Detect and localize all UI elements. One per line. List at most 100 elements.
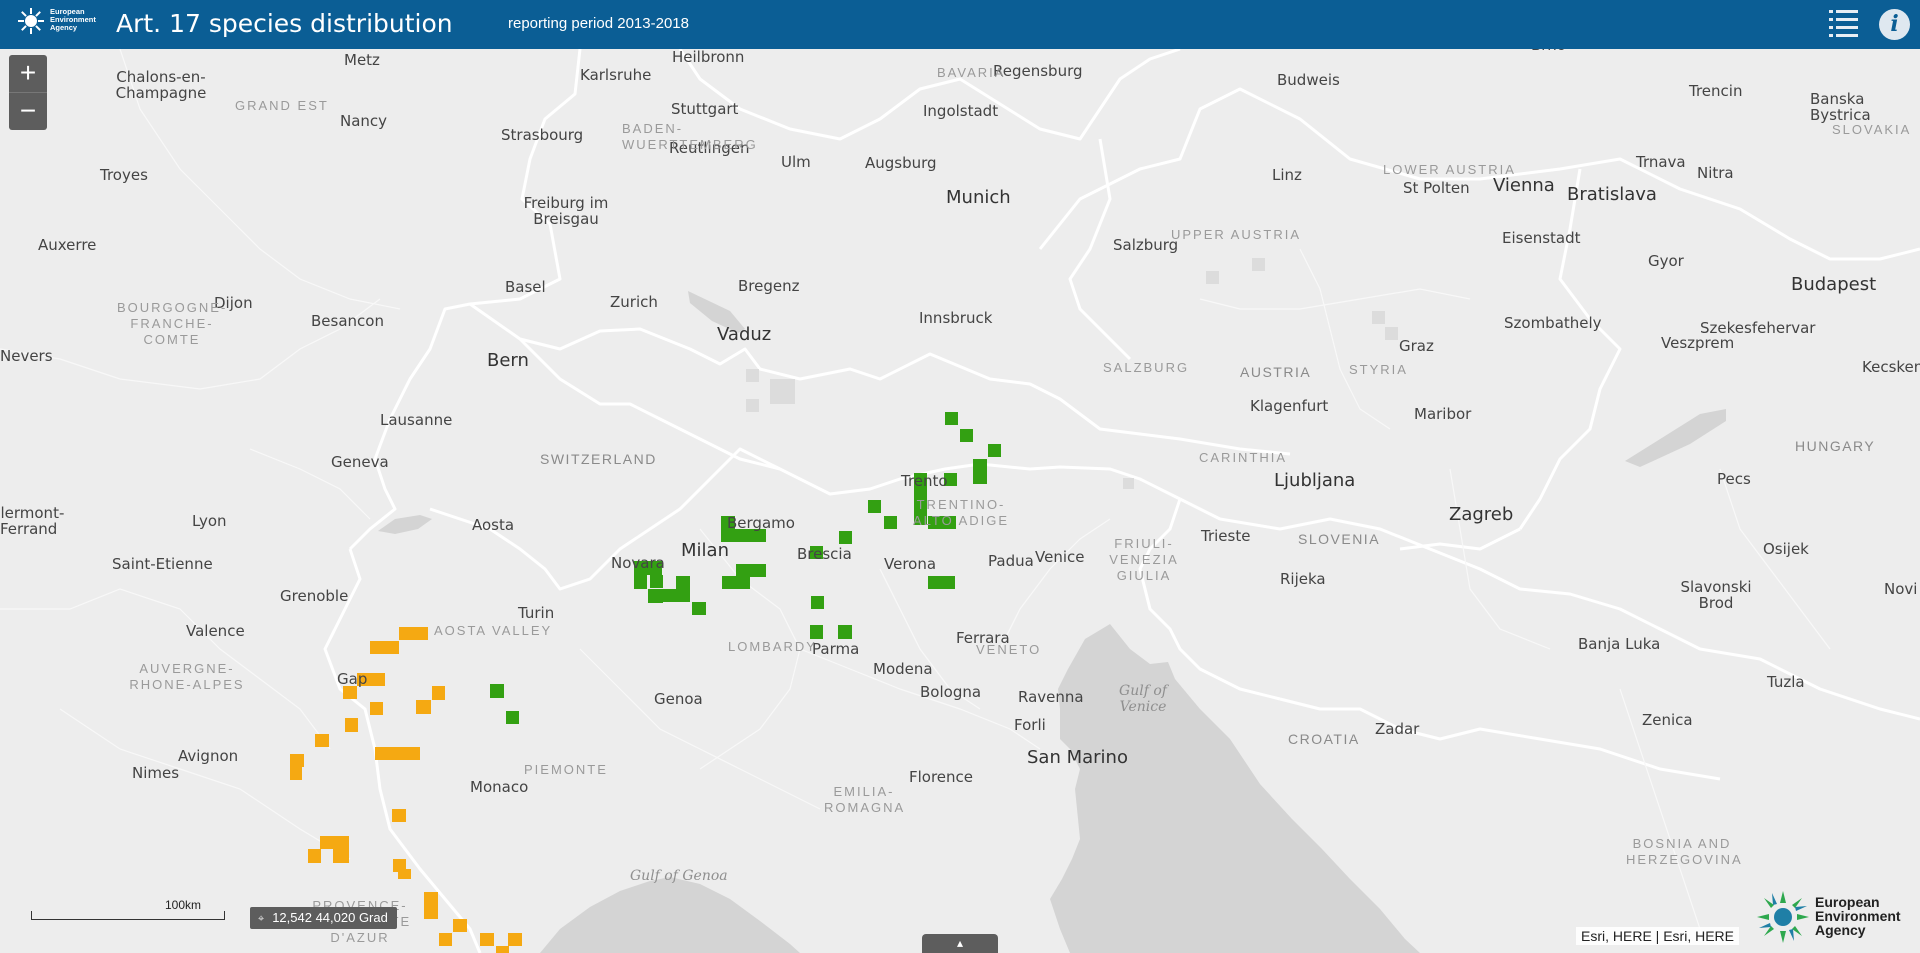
eea-footer-logo: European Environment Agency	[1755, 889, 1915, 947]
map-label-bratislava: Bratislava	[1567, 184, 1657, 205]
map-label-novi: Novi	[1884, 580, 1918, 598]
chevron-up-icon: ▴	[956, 936, 964, 950]
region-label-aosta-valley: AOSTA VALLEY	[434, 623, 553, 638]
region-label-piemonte: PIEMONTE	[524, 762, 608, 777]
map-label-budweis: Budweis	[1277, 71, 1340, 89]
region-label-emilia: EMILIA-ROMAGNA	[824, 784, 906, 815]
map-label-trencin: Trencin	[1689, 82, 1743, 100]
map-label-brescia: Brescia	[797, 545, 852, 563]
crosshair-icon[interactable]: ⌖	[258, 908, 264, 930]
map-label-florence: Florence	[909, 768, 974, 786]
eea-header-logo: European Environment Agency	[18, 6, 100, 40]
map-label-auxerre: Auxerre	[38, 236, 97, 254]
region-label-upper-austria: UPPER AUSTRIA	[1171, 227, 1302, 242]
map-label-verona: Verona	[884, 555, 937, 573]
app-header: European Environment Agency Art. 17 spec…	[0, 0, 1920, 49]
country-label-hungary: HUNGARY	[1795, 438, 1876, 454]
map-attribution: Esri, HERE | Esri, HERE	[1576, 927, 1739, 945]
region-label-styria: STYRIA	[1349, 362, 1408, 377]
map-label-monaco: Monaco	[470, 778, 529, 796]
map-label-ljubljana: Ljubljana	[1274, 470, 1356, 491]
zoom-in-button[interactable]: +	[9, 55, 47, 93]
map-label-avignon: Avignon	[178, 747, 239, 765]
bottom-panel-toggle[interactable]: ▴	[922, 934, 998, 953]
map-label-basel: Basel	[505, 278, 546, 296]
map-label-graz: Graz	[1399, 337, 1434, 355]
map-label-saint-etienne: Saint-Etienne	[112, 555, 213, 573]
map-label-kecskem: Kecskem	[1862, 358, 1920, 376]
map-label-vienna: Vienna	[1493, 175, 1555, 196]
map-label-gyor: Gyor	[1648, 252, 1684, 270]
map-label-pecs: Pecs	[1717, 470, 1751, 488]
map-label-zadar: Zadar	[1375, 720, 1420, 738]
adriatic-sea	[1050, 624, 1420, 953]
map-label-budapest: Budapest	[1791, 274, 1877, 295]
region-label-lower-austria: LOWER AUSTRIA	[1383, 162, 1516, 177]
map-label-innsbruck: Innsbruck	[919, 309, 993, 327]
zoom-control: + −	[9, 55, 47, 130]
ligurian-sea	[540, 877, 800, 953]
map-label-padua: Padua	[988, 552, 1034, 570]
map-label-modena: Modena	[873, 660, 933, 678]
map-label-munich: Munich	[946, 187, 1011, 208]
map-label-parma: Parma	[812, 640, 860, 658]
info-icon[interactable]: i	[1879, 9, 1910, 40]
map-label-karlsruhe: Karlsruhe	[580, 66, 652, 84]
map-label-chalons: Chalons-en-Champagne	[115, 68, 207, 102]
map-label-slavonski-brod: Slavonski Brod	[1680, 578, 1752, 612]
map-label-lausanne: Lausanne	[380, 411, 453, 429]
map-label-turin: Turin	[518, 604, 555, 622]
map-label-augsburg: Augsburg	[865, 154, 937, 172]
map-label-ingolstadt: Ingolstadt	[923, 102, 999, 120]
map-label-nitra: Nitra	[1697, 164, 1734, 182]
map-label-besancon: Besancon	[311, 312, 384, 330]
region-label-grand-est: GRAND EST	[235, 98, 329, 113]
map-label-forli: Forli	[1014, 716, 1046, 734]
country-label-croatia: CROATIA	[1288, 731, 1360, 747]
map-label-trieste: Trieste	[1201, 527, 1251, 545]
region-label-carinthia: CARINTHIA	[1199, 450, 1288, 465]
region-label-baden: BADEN-WUERTTEMBERG	[622, 121, 758, 152]
sea-label-gulf-of-venice: Gulf of Venice	[1119, 683, 1167, 715]
map-label-rijeka: Rijeka	[1280, 570, 1326, 588]
map-label-banja-luka: Banja Luka	[1578, 635, 1661, 653]
map-label-bologna: Bologna	[920, 683, 982, 701]
scale-label: 100km	[165, 898, 202, 912]
region-label-lombardy: LOMBARDY	[728, 639, 817, 654]
map-label-salzburg: Salzburg	[1113, 236, 1179, 254]
sea-label-gulf-of-genoa: Gulf of Genoa	[630, 868, 728, 884]
map-label-regensburg: Regensburg	[993, 62, 1083, 80]
map-label-metz: Metz	[344, 51, 380, 69]
map-label-ulm: Ulm	[781, 153, 811, 171]
eea-logo-text: European Environment Agency	[1815, 894, 1901, 938]
map-label-trento: Trento	[901, 472, 948, 490]
coordinates-display[interactable]: ⌖ 12,542 44,020 Grad	[250, 907, 397, 929]
map-label-ravenna: Ravenna	[1018, 688, 1084, 706]
country-label-austria: AUSTRIA	[1240, 364, 1312, 380]
map-label-heilbronn: Heilbronn	[672, 48, 745, 66]
map-label-milan: Milan	[681, 540, 729, 561]
map-label-aosta: Aosta	[472, 516, 515, 534]
map-label-maribor: Maribor	[1414, 405, 1472, 423]
zoom-out-button[interactable]: −	[9, 93, 47, 130]
map-label-trnava: Trnava	[1636, 153, 1686, 171]
org-name: European Environment Agency	[50, 7, 96, 32]
map-label-linz: Linz	[1272, 166, 1302, 184]
map-label-novara: Novara	[611, 554, 665, 572]
region-label-auvergne: AUVERGNE-RHONE-ALPES	[129, 661, 245, 692]
map-label-klagenfurt: Klagenfurt	[1250, 397, 1329, 415]
country-label-switzerland: SWITZERLAND	[540, 451, 657, 467]
map-label-venice: Venice	[1035, 548, 1085, 566]
map-label-valence: Valence	[186, 622, 245, 640]
map-label-stuttgart: Stuttgart	[671, 100, 739, 118]
map-label-troyes: Troyes	[100, 166, 148, 184]
map-label-clermont: Clermont-Ferrand	[0, 504, 65, 538]
map-view[interactable]: Metz Heilbronn Regensburg Karlsruhe Chal…	[0, 37, 1920, 953]
map-label-veszprem: Veszprem	[1661, 334, 1735, 352]
region-label-slovakia: SLOVAKIA	[1832, 122, 1912, 137]
region-label-bourgogne: BOURGOGNE-FRANCHE-COMTE	[117, 300, 228, 347]
map-label-vaduz: Vaduz	[717, 324, 772, 345]
list-icon[interactable]	[1828, 8, 1860, 40]
reporting-period: reporting period 2013-2018	[508, 15, 689, 32]
map-label-bergamo: Bergamo	[727, 514, 795, 532]
